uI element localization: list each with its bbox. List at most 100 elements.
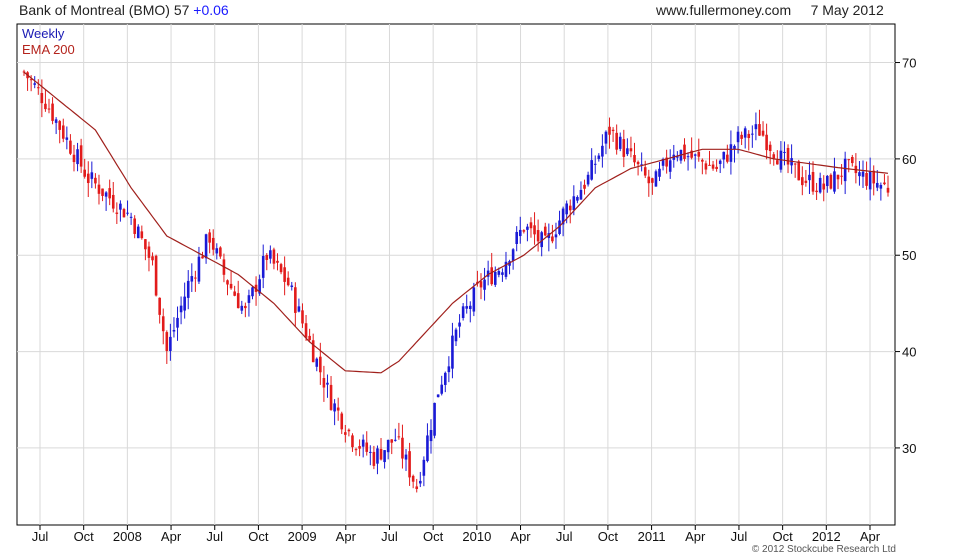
candle-body (808, 174, 811, 181)
legend: Weekly EMA 200 (22, 26, 75, 58)
candle-body (554, 234, 558, 238)
candle-body (190, 276, 194, 282)
candle-body (115, 212, 119, 214)
candle-body (886, 187, 890, 193)
candle-body (826, 175, 829, 187)
candle-body (104, 192, 108, 197)
candle-body (326, 382, 329, 385)
candle-body (172, 329, 176, 332)
candle-body (51, 103, 54, 121)
candle-body (308, 335, 311, 341)
candle-body (161, 316, 165, 332)
candle-body (376, 448, 379, 464)
candle-body (490, 267, 494, 285)
candle-body (129, 216, 133, 218)
x-tick-label: Jul (206, 529, 223, 544)
candle-body (147, 246, 151, 258)
candle-body (668, 160, 672, 172)
candle-body (315, 358, 319, 367)
candle-body (801, 177, 804, 186)
candle-body (236, 293, 240, 309)
candle-body (83, 169, 86, 177)
candle-body (386, 439, 390, 453)
candle-body (261, 255, 265, 278)
candle-body (565, 203, 568, 215)
candle-body (40, 92, 44, 104)
candle-body (797, 161, 801, 181)
candle-body (119, 203, 122, 210)
candle-body (776, 160, 779, 165)
candle-body (244, 305, 247, 309)
candle-body (151, 256, 154, 261)
x-tick-label: Jul (556, 529, 573, 544)
candle-body (576, 196, 579, 201)
candle-body (201, 256, 204, 259)
candle-body (618, 136, 622, 149)
x-tick-label: 2009 (288, 529, 317, 544)
candle-body (879, 184, 883, 189)
candle-body (451, 335, 454, 369)
candle-body (372, 451, 376, 466)
candle-body (283, 267, 286, 282)
candle-body (197, 256, 201, 282)
candle-body (76, 149, 79, 165)
candle-body (354, 449, 358, 451)
y-tick-label: 40 (902, 345, 916, 360)
candle-body (772, 154, 776, 159)
candle-body (333, 403, 336, 412)
candle-body (501, 272, 504, 275)
candle-body (176, 317, 179, 328)
candle-body (526, 226, 529, 230)
candle-body (647, 176, 651, 184)
candle-body (454, 329, 458, 342)
candle-body (743, 128, 747, 138)
candle-body (47, 108, 51, 110)
candle-body (729, 144, 733, 162)
candle-body (611, 129, 615, 132)
candle-body (126, 212, 129, 214)
legend-ema: EMA 200 (22, 42, 75, 57)
candle-body (86, 173, 90, 184)
candle-body (433, 402, 436, 436)
candle-body (169, 336, 172, 351)
candle-body (722, 151, 726, 160)
candle-body (818, 177, 822, 193)
candle-body (351, 435, 354, 448)
candle-body (551, 236, 554, 242)
candle-body (390, 439, 394, 443)
candle-body (301, 310, 304, 324)
candle-body (183, 296, 186, 311)
candle-body (429, 429, 433, 442)
copyright-note: © 2012 Stockcube Research Ltd (751, 544, 896, 555)
candle-body (411, 475, 415, 482)
candle-body (165, 332, 169, 351)
candle-body (883, 182, 886, 185)
x-tick-label: 2010 (462, 529, 491, 544)
candle-body (33, 83, 37, 85)
candle-body (290, 285, 294, 287)
candle-body (204, 234, 208, 259)
y-tick-label: 70 (902, 56, 916, 71)
candle-body (133, 218, 136, 234)
y-axis: 30 40 50 60 70 (895, 56, 916, 456)
candle-body (251, 287, 254, 297)
candle-body (108, 188, 111, 199)
candle-body (529, 222, 533, 229)
candle-body (636, 161, 640, 165)
candle-body (872, 170, 876, 184)
candle-body (44, 103, 47, 110)
candle-body (615, 132, 618, 150)
candle-body (651, 178, 654, 183)
candle-body (394, 439, 397, 441)
candle-body (69, 140, 72, 154)
candle-body (597, 155, 601, 159)
candle-body (793, 163, 797, 165)
candle-body (401, 437, 404, 459)
candle-body (829, 174, 833, 189)
candle-body (758, 124, 761, 136)
candle-body (265, 254, 269, 260)
candle-body (865, 173, 868, 186)
candle-body (319, 356, 322, 373)
candle-body (408, 451, 411, 478)
candle-body (701, 159, 704, 162)
